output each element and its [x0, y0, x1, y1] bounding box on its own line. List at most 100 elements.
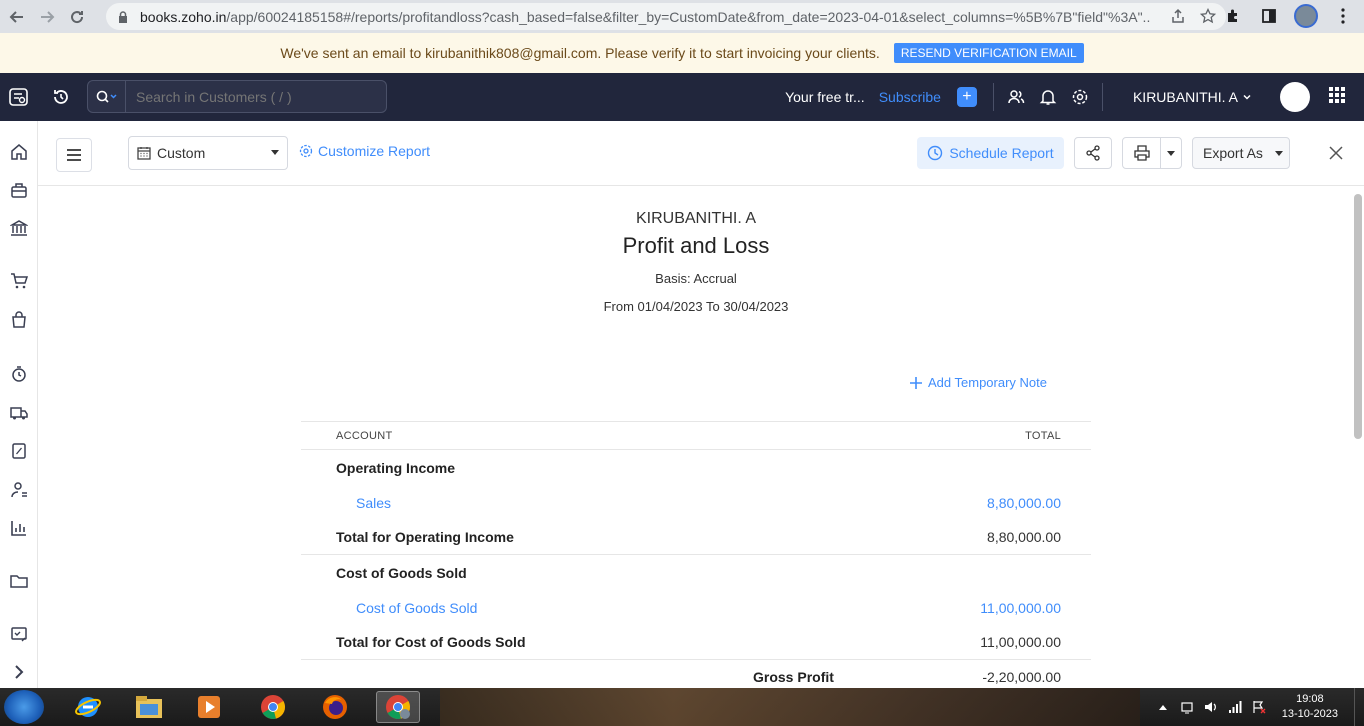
banking-icon[interactable] — [9, 218, 29, 238]
taskbar-wallpaper — [440, 688, 1140, 726]
lock-icon — [119, 10, 127, 23]
report-menu-button[interactable] — [56, 138, 92, 172]
export-as-button[interactable]: Export As — [1192, 137, 1290, 169]
documents-folder-icon[interactable] — [9, 571, 29, 591]
reports-chart-icon[interactable] — [9, 518, 29, 538]
total-cogs-label: Total for Cost of Goods Sold — [336, 633, 526, 650]
report-date-range: From 01/04/2023 To 30/04/2023 — [603, 299, 789, 314]
print-button[interactable] — [1123, 138, 1161, 168]
items-box-icon[interactable] — [9, 180, 29, 200]
settings-gear-icon[interactable] — [1070, 87, 1090, 107]
purchases-bag-icon[interactable] — [9, 310, 29, 330]
action-center-flag-icon[interactable] — [1252, 700, 1266, 714]
volume-icon[interactable] — [1204, 700, 1218, 714]
customize-report-label: Customize Report — [318, 143, 431, 159]
config-checklist-icon[interactable] — [9, 624, 29, 644]
global-search[interactable] — [87, 80, 387, 113]
extensions-icon[interactable] — [1222, 5, 1244, 27]
signal-strength-icon[interactable] — [1228, 700, 1242, 714]
verification-banner: We've sent an email to kirubanithik808@g… — [0, 33, 1364, 73]
chrome-active-window-icon[interactable] — [376, 691, 420, 723]
print-options-dropdown[interactable] — [1161, 150, 1181, 156]
internet-explorer-icon[interactable] — [66, 691, 110, 723]
account-link-cogs[interactable]: Cost of Goods Sold — [356, 600, 477, 616]
report-body: KIRUBANITHI. A Profit and Loss Basis: Ac… — [38, 186, 1352, 688]
gross-profit-row: Gross Profit -2,20,000.00 — [301, 660, 1091, 688]
column-header-total: TOTAL — [1025, 429, 1061, 442]
gross-profit-value: -2,20,000.00 — [982, 669, 1061, 685]
amount-link-sales[interactable]: 8,80,000.00 — [987, 495, 1061, 511]
schedule-report-label: Schedule Report — [949, 145, 1054, 161]
taskbar-clock[interactable]: 19:08 13-10-2023 — [1282, 692, 1338, 722]
share-icon — [1086, 145, 1100, 161]
account-link-sales[interactable]: Sales — [356, 495, 391, 511]
hamburger-icon — [67, 149, 81, 161]
address-bar[interactable]: books.zoho.in/app/60024185158#/reports/p… — [106, 3, 1226, 30]
home-icon[interactable] — [9, 142, 29, 162]
show-desktop-button[interactable] — [1354, 688, 1364, 726]
url-text: books.zoho.in/app/60024185158#/reports/p… — [140, 8, 1150, 25]
left-nav-sidebar — [0, 121, 38, 688]
back-icon[interactable] — [4, 4, 30, 30]
system-tray: 19:08 13-10-2023 — [1156, 688, 1364, 726]
media-player-icon[interactable] — [187, 691, 231, 723]
date-range-select[interactable]: Custom — [128, 136, 288, 170]
table-row[interactable]: Sales 8,80,000.00 — [301, 486, 1091, 519]
add-temporary-note-link[interactable]: Add Temporary Note — [910, 375, 1047, 390]
quick-create-button[interactable]: + — [956, 87, 977, 107]
report-scrollbar[interactable] — [1352, 186, 1364, 688]
browser-toolbar: books.zoho.in/app/60024185158#/reports/p… — [0, 0, 1364, 33]
total-cogs-value: 11,00,000.00 — [980, 633, 1061, 650]
windows-taskbar: 19:08 13-10-2023 — [0, 688, 1364, 726]
add-temporary-note-label: Add Temporary Note — [928, 375, 1047, 390]
organization-switcher[interactable]: KIRUBANITHI. A — [1133, 89, 1252, 105]
export-as-label: Export As — [1203, 145, 1263, 161]
tax-document-icon[interactable] — [9, 441, 29, 461]
search-input[interactable] — [126, 88, 376, 105]
reload-icon[interactable] — [64, 4, 90, 30]
gross-profit-label: Gross Profit — [753, 669, 834, 685]
recent-activity-icon[interactable] — [38, 88, 84, 106]
share-button[interactable] — [1074, 137, 1112, 169]
scrollbar-thumb[interactable] — [1354, 194, 1362, 439]
firefox-icon[interactable] — [313, 691, 357, 723]
amount-link-cogs[interactable]: 11,00,000.00 — [980, 600, 1061, 616]
sales-cart-icon[interactable] — [9, 271, 29, 291]
users-icon[interactable] — [1006, 87, 1026, 107]
section-heading: Cost of Goods Sold — [301, 555, 1091, 591]
app-launcher-grid-icon[interactable] — [1328, 86, 1348, 109]
free-trial-text[interactable]: Your free tr... — [785, 89, 865, 105]
plus-icon — [910, 376, 922, 389]
share-page-icon[interactable] — [1170, 8, 1186, 28]
close-icon[interactable] — [1328, 145, 1344, 161]
show-hidden-icons-icon[interactable] — [1156, 700, 1170, 714]
delivery-truck-icon[interactable] — [9, 403, 29, 423]
file-explorer-icon[interactable] — [127, 691, 171, 723]
network-device-icon[interactable] — [1180, 700, 1194, 714]
caret-down-icon — [1274, 150, 1283, 156]
user-avatar[interactable] — [1280, 82, 1310, 112]
zoho-books-logo-icon[interactable] — [0, 73, 38, 121]
table-row[interactable]: Cost of Goods Sold 11,00,000.00 — [301, 591, 1091, 624]
calendar-icon — [137, 147, 151, 160]
report-title: Profit and Loss — [622, 233, 770, 258]
chrome-icon[interactable] — [251, 691, 295, 723]
printer-icon — [1133, 145, 1150, 161]
browser-menu-icon[interactable] — [1332, 5, 1354, 27]
time-tracking-icon[interactable] — [9, 364, 29, 384]
accountant-user-icon[interactable] — [9, 480, 29, 500]
expand-sidebar-chevron-icon[interactable] — [9, 662, 29, 682]
bookmark-star-icon[interactable] — [1199, 7, 1217, 28]
resend-verification-button[interactable]: RESEND VERIFICATION EMAIL — [893, 43, 1084, 63]
customize-report-link[interactable]: Customize Report — [299, 143, 430, 159]
notifications-bell-icon[interactable] — [1038, 87, 1058, 107]
total-operating-income-value: 8,80,000.00 — [987, 528, 1061, 545]
forward-icon[interactable] — [34, 4, 60, 30]
org-name: KIRUBANITHI. A — [1132, 89, 1238, 105]
schedule-report-button[interactable]: Schedule Report — [917, 137, 1064, 169]
search-icon[interactable] — [88, 81, 126, 112]
side-panel-icon[interactable] — [1258, 5, 1280, 27]
subscribe-link[interactable]: Subscribe — [879, 89, 941, 105]
start-button-windows-icon[interactable] — [4, 690, 44, 724]
browser-profile-avatar[interactable] — [1294, 4, 1318, 28]
